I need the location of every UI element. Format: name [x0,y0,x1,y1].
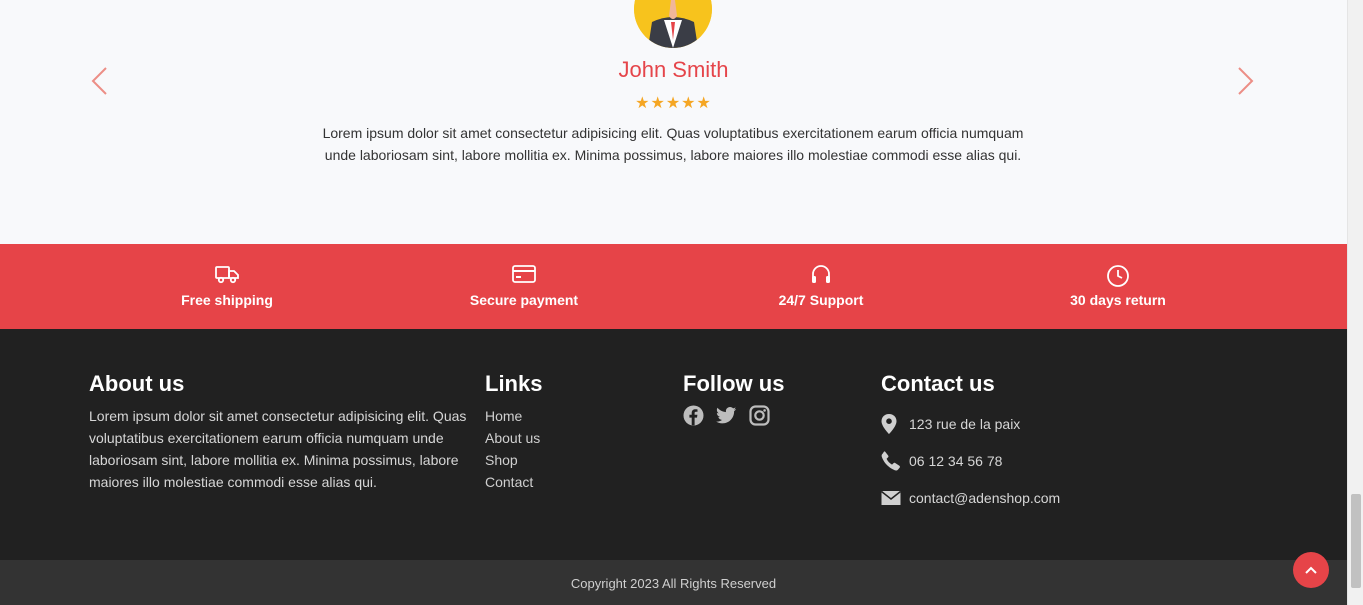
contact-address: 123 rue de la paix [881,405,1060,442]
feature-label: Secure payment [469,292,579,308]
contact-email-text: contact@adenshop.com [909,489,1061,506]
twitter-icon[interactable] [716,405,737,426]
feature-secure-payment: Secure payment [424,244,624,329]
footer-contact-title: Contact us [881,371,995,396]
copyright-text: Copyright 2023 All Rights Reserved [570,576,777,591]
contact-address-text: 123 rue de la paix [909,415,1021,432]
chevron-up-icon [1305,566,1317,574]
scrollbar[interactable] [1347,0,1363,605]
feature-label: Free shipping [181,292,273,308]
footer-links: Links Home About us Shop Contact [485,371,542,493]
phone-icon [881,450,909,471]
footer-link-about[interactable]: About us [485,427,542,449]
footer-about-text: Lorem ipsum dolor sit amet consectetur a… [89,408,467,490]
feature-label: 30 days return [1070,292,1166,308]
contact-phone-text: 06 12 34 56 78 [909,452,1003,469]
features-bar: Free shipping Secure payment 24/7 Suppor… [0,244,1347,329]
truck-icon [215,266,239,284]
feature-free-shipping: Free shipping [127,244,327,329]
copyright-bar: Copyright 2023 All Rights Reserved [0,560,1347,605]
footer-link-shop[interactable]: Shop [485,449,542,471]
feature-support: 24/7 Support [721,244,921,329]
footer-link-home[interactable]: Home [485,405,542,427]
footer-follow: Follow us [683,371,784,426]
facebook-icon[interactable] [683,405,704,426]
feature-label: 24/7 Support [778,292,864,308]
scrollbar-thumb[interactable] [1351,494,1361,588]
map-pin-icon [881,413,909,434]
contact-email: contact@adenshop.com [881,479,1060,516]
social-icons [683,405,784,426]
testimonial-section: John Smith ★★★★★ Lorem ipsum dolor sit a… [0,0,1347,244]
testimonial-name: John Smith [618,57,729,82]
instagram-icon[interactable] [749,405,770,426]
feature-return: 30 days return [1018,244,1218,329]
footer-link-contact[interactable]: Contact [485,471,542,493]
back-to-top-button[interactable] [1293,552,1329,588]
headset-icon [812,265,830,283]
rating-stars: ★★★★★ [635,95,712,112]
avatar [634,0,712,48]
footer-about: About us Lorem ipsum dolor sit amet cons… [89,371,469,493]
contact-phone: 06 12 34 56 78 [881,442,1060,479]
footer: About us Lorem ipsum dolor sit amet cons… [0,329,1347,560]
footer-contact: Contact us 123 rue de la paix 06 12 34 5… [881,371,1060,516]
testimonial-text: Lorem ipsum dolor sit amet consectetur a… [322,125,1024,163]
footer-about-title: About us [89,371,185,396]
footer-follow-title: Follow us [683,371,785,396]
footer-links-title: Links [485,371,543,396]
envelope-icon [881,490,909,506]
clock-icon [1107,265,1129,287]
credit-card-icon [512,265,536,283]
